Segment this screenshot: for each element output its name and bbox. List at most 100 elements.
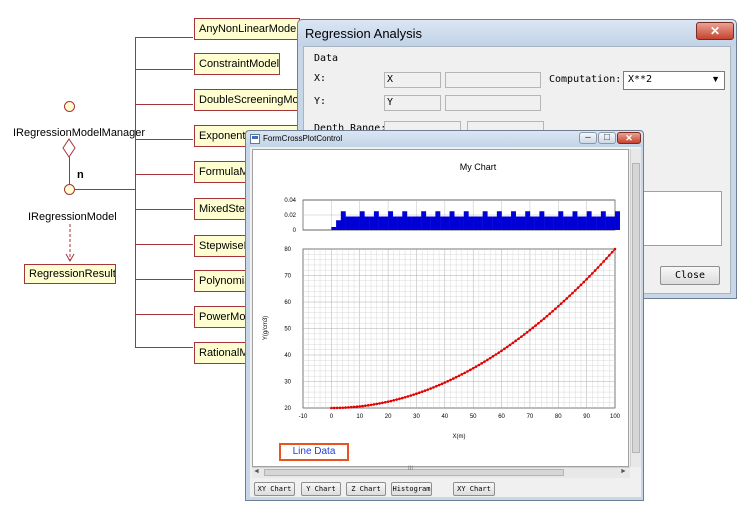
histogram-bar	[407, 216, 412, 230]
series-point	[559, 302, 563, 305]
series-point	[415, 392, 418, 395]
series-point	[364, 404, 367, 408]
histogram-y-tick: 0.02	[284, 213, 296, 219]
scroll-thumb[interactable]	[632, 163, 640, 453]
histogram-button[interactable]: Histogram	[391, 482, 432, 496]
inheritance-trunk	[135, 37, 136, 347]
series-point	[474, 365, 478, 368]
series-point	[602, 260, 605, 263]
series-point	[452, 377, 455, 380]
series-point	[554, 307, 557, 311]
series-point	[420, 390, 424, 394]
crossplot-close-button[interactable]: ✕	[617, 132, 641, 144]
results-textarea[interactable]	[640, 191, 722, 246]
histogram-bar	[359, 211, 365, 230]
histogram-bar	[397, 216, 403, 230]
z-chart-button[interactable]: Z Chart	[346, 482, 386, 496]
series-point	[565, 297, 569, 300]
histogram-bar	[515, 216, 521, 230]
series-point	[599, 263, 603, 266]
scroll-left-icon[interactable]: ◄	[253, 468, 260, 475]
series-point	[579, 283, 583, 287]
branch-line	[135, 37, 193, 38]
composition-diamond-icon	[62, 138, 76, 158]
series-point	[534, 324, 537, 327]
regression-window-title: Regression Analysis	[305, 26, 423, 41]
series-point	[352, 405, 356, 409]
crossplot-window-title: FormCrossPlotControl	[263, 134, 343, 143]
series-point	[500, 349, 503, 353]
model-interface-label: IRegressionModel	[28, 211, 117, 223]
branch-line	[135, 139, 193, 140]
branch-line	[135, 69, 193, 70]
series-point	[497, 351, 501, 354]
horizontal-scrollbar[interactable]: ◄ III ►	[252, 466, 630, 478]
histogram-bar	[567, 216, 573, 230]
minimize-icon: –	[585, 132, 591, 143]
histogram-bar	[463, 211, 469, 230]
manager-interface-icon	[64, 101, 75, 112]
histogram-bar	[591, 216, 597, 230]
histogram-bar	[421, 211, 427, 230]
series-point	[477, 363, 481, 367]
histogram-bar	[610, 216, 616, 230]
series-point	[522, 333, 526, 336]
close-window-button[interactable]: ✕	[696, 22, 734, 40]
series-point	[463, 371, 466, 375]
minimize-button[interactable]: –	[579, 132, 597, 144]
histogram-bar	[487, 216, 493, 230]
branch-line	[135, 174, 193, 175]
series-point	[562, 299, 566, 303]
y-tick-label: 40	[284, 353, 291, 359]
close-button[interactable]: Close	[660, 266, 720, 285]
histogram-bar	[496, 211, 502, 230]
x-extra-field[interactable]	[445, 72, 541, 88]
series-point	[571, 291, 574, 295]
histogram-bar	[572, 211, 578, 230]
series-point	[494, 353, 498, 356]
series-point	[591, 272, 594, 275]
series-point	[551, 309, 554, 313]
chart-panel: My Chart 0.04 0.02 0 80 70 60 50 40 30 20 -10 0 10 20 3…	[252, 149, 629, 467]
series-point	[449, 378, 452, 382]
series-point	[542, 317, 546, 320]
scroll-right-icon[interactable]: ►	[620, 468, 627, 475]
series-point	[596, 266, 600, 269]
series-point	[505, 345, 509, 349]
xy-chart-button[interactable]: XY Chart	[254, 482, 295, 496]
series-point	[361, 404, 364, 408]
maximize-icon: □	[603, 132, 611, 143]
histogram-bar	[369, 216, 375, 230]
histogram-bar	[392, 216, 398, 230]
series-point	[585, 277, 588, 281]
computation-select[interactable]: X**2 ▼	[623, 71, 725, 90]
series-point	[403, 395, 407, 399]
computation-value: X**2	[628, 74, 653, 85]
histogram-bar	[336, 220, 342, 230]
series-point	[358, 405, 362, 408]
close-icon: ✕	[625, 133, 633, 143]
vertical-scrollbar[interactable]	[630, 149, 641, 467]
histogram-bar	[383, 216, 389, 230]
line-data-button[interactable]: Line Data	[279, 443, 349, 461]
xy-chart-button-2[interactable]: XY Chart	[453, 482, 495, 496]
histogram-bar	[416, 216, 422, 230]
series-point	[440, 382, 444, 386]
series-point	[514, 339, 518, 343]
histogram-bar	[558, 211, 564, 230]
histogram-bar	[378, 216, 384, 230]
histogram-bar	[454, 216, 460, 230]
series-point	[520, 335, 523, 338]
series-point	[605, 257, 608, 260]
y-extra-field[interactable]	[445, 95, 541, 111]
histogram-bar	[553, 216, 559, 230]
maximize-button[interactable]: □	[598, 132, 616, 144]
y-field[interactable]: Y	[384, 95, 441, 111]
class-box: ConstraintModel	[194, 53, 280, 75]
y-chart-button[interactable]: Y Chart	[301, 482, 341, 496]
series-point	[386, 400, 390, 403]
series-point	[406, 395, 410, 398]
histogram-bar	[355, 216, 360, 230]
x-field[interactable]: X	[384, 72, 441, 88]
scroll-thumb[interactable]	[264, 469, 564, 476]
